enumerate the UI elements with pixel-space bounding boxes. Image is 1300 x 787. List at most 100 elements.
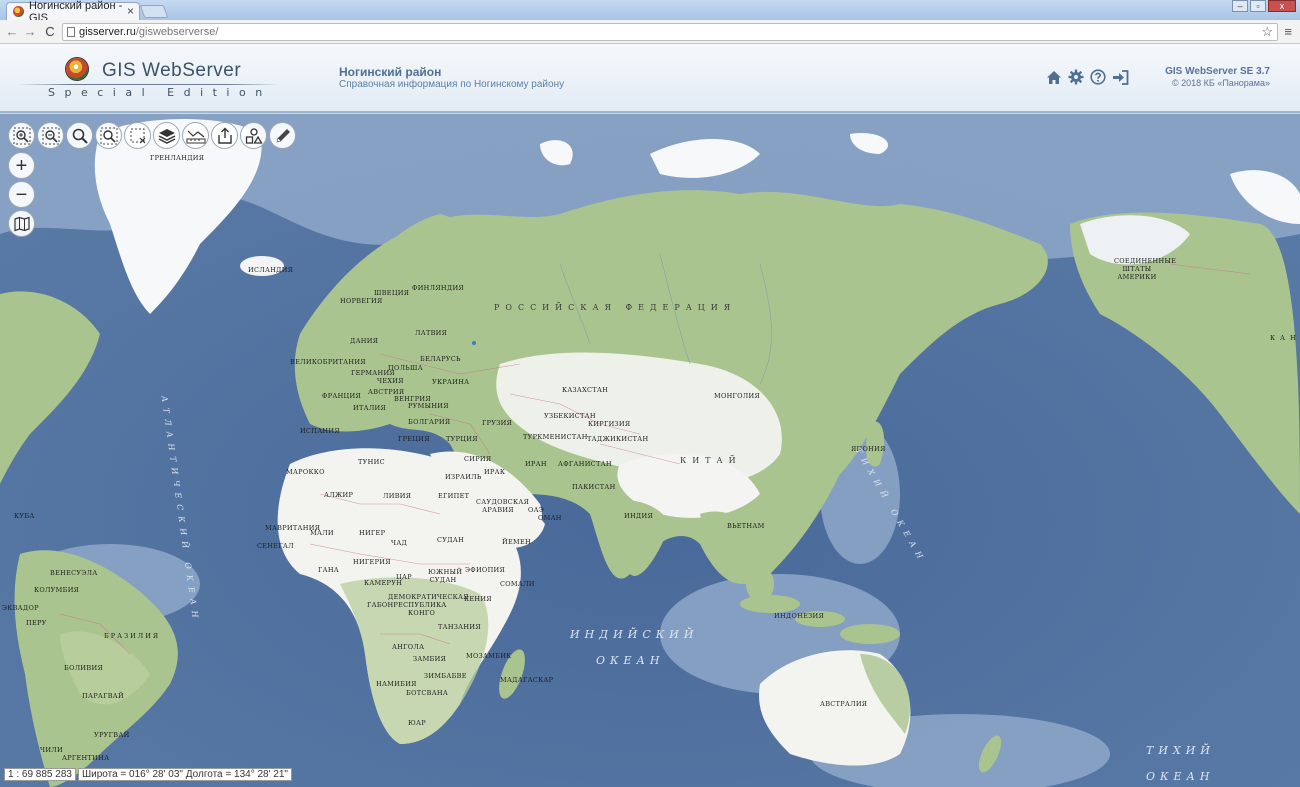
version-copyright: © 2018 КБ «Панорама»	[1172, 78, 1270, 88]
label-pacific-ocean-2: ОКЕАН	[1146, 770, 1215, 783]
label-congo: КОНГО	[408, 609, 436, 617]
tab-close-button[interactable]: ×	[127, 4, 134, 18]
label-greece: ГРЕЦИЯ	[398, 435, 430, 443]
label-turkey: ТУРЦИЯ	[446, 435, 478, 443]
label-turkmenistan: ТУРКМЕНИСТАН	[523, 433, 588, 441]
label-botswana: БОТСВАНА	[406, 689, 449, 697]
label-iraq: ИРАК	[484, 468, 506, 476]
login-icon[interactable]	[1111, 68, 1129, 86]
label-peru: ПЕРУ	[26, 619, 47, 627]
help-icon[interactable]	[1089, 68, 1107, 86]
objects-icon[interactable]	[240, 122, 267, 149]
logo-subtitle: Special Edition	[48, 86, 272, 99]
label-romania: РУМЫНИЯ	[408, 402, 449, 410]
home-icon[interactable]	[1045, 68, 1063, 86]
gear-icon[interactable]	[1067, 68, 1085, 86]
browser-toolbar: ← → C gisserver.ru/giswebserverse/ ☆ ≡	[0, 20, 1300, 44]
label-pacific-ocean-1: ТИХИЙ	[1146, 744, 1215, 757]
label-afghanistan: АФГАНИСТАН	[558, 460, 612, 468]
label-pakistan: ПАКИСТАН	[572, 483, 616, 491]
minimize-button[interactable]: –	[1232, 0, 1248, 12]
search-icon[interactable]	[66, 122, 93, 149]
label-denmark: ДАНИЯ	[350, 337, 379, 345]
label-bolivia: БОЛИВИЯ	[64, 664, 103, 672]
label-south-africa: ЮАР	[408, 719, 426, 727]
logo-title: GIS WebServer	[102, 60, 242, 81]
browser-tab-strip: Ногинский район - GIS × – ▫ x	[0, 0, 1300, 24]
label-norway: НОРВЕГИЯ	[340, 297, 383, 305]
label-gabon: ГАБОН	[367, 601, 394, 609]
label-saudi-arabia: САУДОВСКАЯ АРАВИЯ	[476, 498, 530, 514]
label-mali: МАЛИ	[310, 529, 334, 537]
zoom-out-button[interactable]: −	[8, 181, 35, 208]
export-icon[interactable]	[211, 122, 238, 149]
label-tunisia: ТУНИС	[358, 458, 385, 466]
label-drc: ДЕМОКРАТИЧЕСКАЯ РЕСПУБЛИКА	[388, 593, 469, 609]
label-angola: АНГОЛА	[392, 643, 425, 651]
label-libya: ЛИВИЯ	[383, 492, 412, 500]
label-greenland: ГРЕНЛАНДИЯ	[150, 154, 205, 162]
reload-button[interactable]: C	[42, 24, 58, 40]
header-actions	[1045, 68, 1129, 86]
zoom-in-area-icon[interactable]	[8, 122, 35, 149]
measure-icon[interactable]	[182, 122, 209, 149]
label-australia: АВСТРАЛИЯ	[820, 700, 868, 708]
bookmark-star-icon[interactable]: ☆	[1261, 24, 1273, 40]
project-title: Ногинский район	[339, 65, 442, 79]
forward-button[interactable]: →	[22, 24, 38, 40]
coordinates-readout: Широта = 016° 28' 03" Долгота = 134° 28'…	[77, 768, 292, 781]
map-status-bar: 1 : 69 885 283 Широта = 016° 28' 03" Дол…	[4, 768, 292, 781]
new-tab-button[interactable]	[139, 5, 169, 18]
label-madagascar: МАДАГАСКАР	[500, 676, 554, 684]
map-basemap	[0, 114, 1300, 787]
label-uae: ОАЭ	[528, 506, 545, 514]
search-area-icon[interactable]	[95, 122, 122, 149]
scale-readout: 1 : 69 885 283	[4, 768, 76, 781]
label-nigeria: НИГЕРИЯ	[353, 558, 391, 566]
app-logo[interactable]: GIS WebServer Special Edition	[18, 54, 280, 100]
label-iran: ИРАН	[525, 460, 547, 468]
label-cuba: КУБА	[14, 512, 35, 520]
label-italy: ИТАЛИЯ	[353, 404, 387, 412]
address-bar[interactable]: gisserver.ru/giswebserverse/ ☆	[62, 23, 1278, 41]
zoom-in-button[interactable]: +	[8, 152, 35, 179]
label-bulgaria: БОЛГАРИЯ	[408, 418, 451, 426]
label-car: ЦАР	[396, 573, 412, 581]
window-controls: – ▫ x	[1232, 0, 1296, 12]
close-window-button[interactable]: x	[1268, 0, 1296, 12]
logo-globe-icon	[66, 58, 88, 80]
label-kyrgyzstan: КИРГИЗИЯ	[588, 420, 631, 428]
label-chile: ЧИЛИ	[40, 746, 63, 754]
map-view[interactable]: ГРЕНЛАНДИЯ ИСЛАНДИЯ НОРВЕГИЯ ШВЕЦИЯ ФИНЛ…	[0, 114, 1300, 787]
app-header: GIS WebServer Special Edition Ногинский …	[0, 44, 1300, 113]
label-syria: СИРИЯ	[464, 455, 492, 463]
version-title: GIS WebServer SE 3.7	[1165, 66, 1270, 77]
plus-icon: +	[15, 154, 28, 177]
browser-tab[interactable]: Ногинский район - GIS ×	[6, 0, 140, 24]
label-vietnam: ВЬЕТНАМ	[727, 522, 765, 530]
label-zambia: ЗАМБИЯ	[413, 655, 447, 663]
label-yemen: ЙЕМЕН	[502, 538, 531, 546]
zoom-out-area-icon[interactable]	[37, 122, 64, 149]
select-area-icon[interactable]	[124, 122, 151, 149]
label-kenya: КЕНИЯ	[464, 595, 492, 603]
label-sweden: ШВЕЦИЯ	[374, 289, 410, 297]
back-button[interactable]: ←	[4, 24, 20, 40]
label-algeria: АЛЖИР	[324, 491, 354, 499]
layers-icon[interactable]	[153, 122, 180, 149]
favicon-icon	[13, 6, 24, 17]
label-uruguay: УРУГВАЙ	[94, 731, 130, 739]
label-colombia: КОЛУМБИЯ	[34, 586, 80, 594]
basemap-icon[interactable]	[8, 210, 35, 237]
label-paraguay: ПАРАГВАЙ	[82, 692, 124, 700]
label-niger: НИГЕР	[359, 529, 386, 537]
label-germany: ГЕРМАНИЯ	[351, 369, 395, 377]
browser-menu-button[interactable]: ≡	[1284, 24, 1292, 39]
maximize-button[interactable]: ▫	[1250, 0, 1266, 12]
label-venezuela: ВЕНЕСУЭЛА	[50, 569, 98, 577]
label-finland: ФИНЛЯНДИЯ	[412, 284, 464, 292]
edit-icon[interactable]	[269, 122, 296, 149]
page-icon	[67, 27, 75, 37]
map-toolbar	[8, 122, 296, 149]
label-indonesia: ИНДОНЕЗИЯ	[774, 612, 825, 620]
